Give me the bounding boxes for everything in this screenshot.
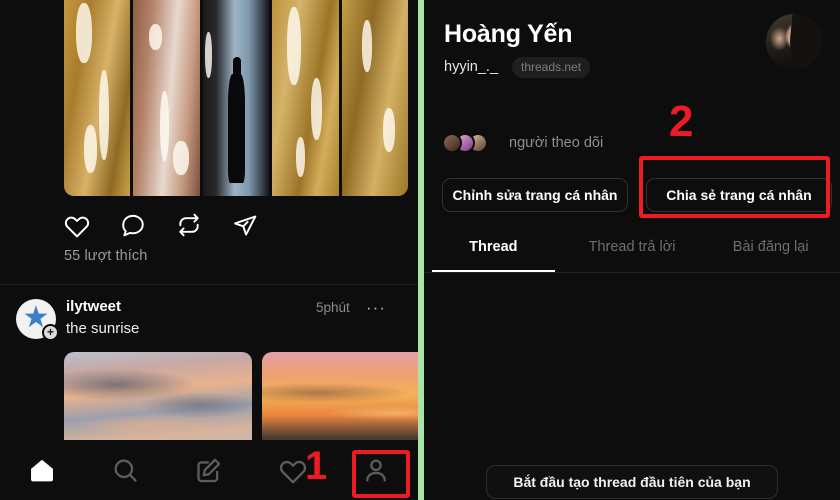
follower-avatar-1 (442, 133, 462, 153)
likes-count: 55 lượt thích (64, 248, 148, 264)
start-first-thread-button[interactable]: Bắt đầu tạo thread đầu tiên của bạn (486, 465, 778, 499)
share-profile-button[interactable]: Chia sẻ trang cá nhân (646, 178, 832, 212)
left-phone-panel: 55 lượt thích ★ + ilytweet the sunrise 5… (0, 0, 418, 500)
follow-plus-badge[interactable]: + (42, 324, 59, 341)
tabs-underline (424, 272, 840, 273)
sunrise-thumb-2[interactable] (262, 352, 418, 454)
profile-display-name: Hoàng Yến (444, 20, 573, 48)
panel-divider (418, 0, 424, 500)
right-phone-panel: Hoàng Yến hyyin_._ threads.net người the… (424, 0, 840, 500)
like-icon[interactable] (64, 212, 90, 238)
followers-label[interactable]: người theo dõi (509, 135, 603, 151)
bottom-navigation-bar (0, 440, 418, 500)
nav-compose[interactable] (167, 440, 251, 500)
edit-profile-button[interactable]: Chỉnh sửa trang cá nhân (442, 178, 628, 212)
post-more-icon[interactable]: ··· (366, 298, 386, 318)
nav-home[interactable] (0, 440, 84, 500)
share-icon[interactable] (232, 212, 258, 238)
screenshot-root: 55 lượt thích ★ + ilytweet the sunrise 5… (0, 0, 840, 500)
annotation-number-2: 2 (669, 97, 694, 146)
nav-search[interactable] (84, 440, 168, 500)
profile-handle: hyyin_._ (444, 59, 499, 75)
post-image-carousel (64, 352, 418, 454)
plank-photo-art (64, 0, 408, 196)
post-timestamp: 5phút (316, 300, 350, 315)
nav-profile[interactable] (334, 440, 418, 500)
profile-tabs: Thread Thread trả lời Bài đăng lại (424, 228, 840, 272)
tab-thread-replies[interactable]: Thread trả lời (563, 228, 702, 266)
post-action-bar (64, 212, 258, 238)
post-caption: the sunrise (66, 320, 140, 337)
backpack-silhouette (228, 56, 246, 184)
profile-avatar[interactable] (766, 14, 822, 70)
post-header: ★ + ilytweet the sunrise 5phút ··· (16, 296, 406, 342)
feed-post-image[interactable] (64, 0, 408, 196)
post-username[interactable]: ilytweet (66, 298, 121, 315)
annotation-number-1: 1 (305, 444, 328, 488)
repost-icon[interactable] (176, 212, 202, 238)
comment-icon[interactable] (120, 212, 146, 238)
tab-thread[interactable]: Thread (424, 228, 563, 272)
feed-divider (0, 284, 418, 285)
tab-reposts[interactable]: Bài đăng lại (701, 228, 840, 266)
sunrise-thumb-1[interactable] (64, 352, 252, 454)
profile-domain-badge[interactable]: threads.net (512, 57, 591, 78)
